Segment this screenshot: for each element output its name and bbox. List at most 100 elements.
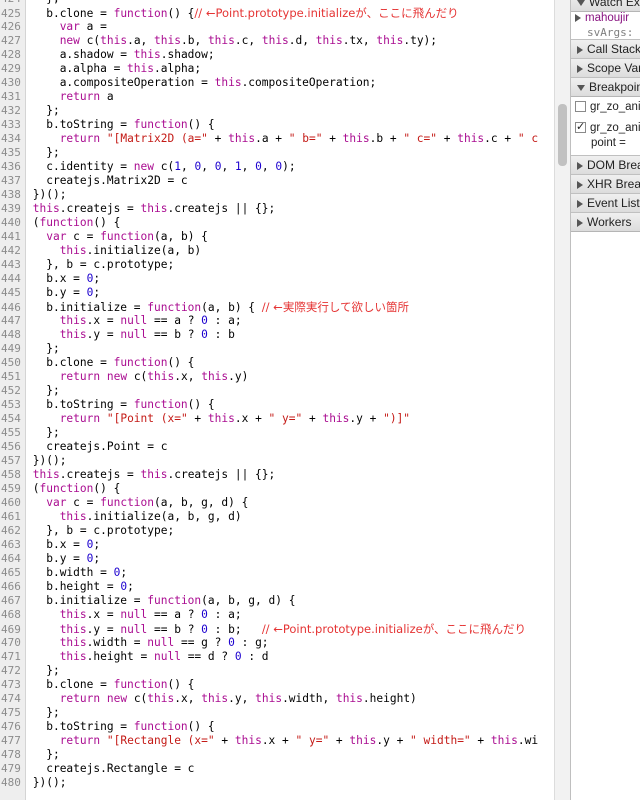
watch-item[interactable]: mahoujir [571, 12, 640, 24]
line-number[interactable]: 472 [0, 664, 26, 678]
code-token: }, b = c.prototype; [46, 524, 175, 537]
code-line: 475 }; [0, 706, 554, 720]
source-editor[interactable]: 424 };425 b.clone = function() {// ←Poin… [0, 0, 554, 800]
breakpoint-item[interactable]: gr_zo_ani [571, 120, 640, 134]
code-token: .ty); [403, 34, 438, 47]
line-number[interactable]: 433 [0, 118, 26, 132]
line-number[interactable]: 451 [0, 370, 26, 384]
call-stack-header[interactable]: Call Stack [571, 39, 640, 59]
line-number[interactable]: 428 [0, 48, 26, 62]
workers-header[interactable]: Workers [571, 212, 640, 232]
code-line: 447 this.x = null == a ? 0 : a; [0, 314, 554, 328]
line-number[interactable]: 473 [0, 678, 26, 692]
line-number[interactable]: 429 [0, 62, 26, 76]
line-number[interactable]: 434 [0, 132, 26, 146]
line-number[interactable]: 444 [0, 272, 26, 286]
line-number[interactable]: 458 [0, 468, 26, 482]
code-token: b.x = [46, 272, 87, 285]
line-number[interactable]: 446 [0, 301, 26, 315]
keyword-token: var [46, 496, 67, 509]
line-number[interactable]: 448 [0, 328, 26, 342]
keyword-token: return [59, 692, 101, 705]
line-number[interactable]: 432 [0, 104, 26, 118]
line-number[interactable]: 475 [0, 706, 26, 720]
line-number[interactable]: 449 [0, 342, 26, 356]
breakpoint-item[interactable]: gr_zo_ani [571, 101, 640, 113]
event-listener-breakpoints-header[interactable]: Event Liste [571, 193, 640, 213]
line-number[interactable]: 441 [0, 230, 26, 244]
code-line: 445 b.y = 0; [0, 286, 554, 300]
line-number[interactable]: 453 [0, 398, 26, 412]
line-number[interactable]: 476 [0, 720, 26, 734]
code-token: .compositeOperation; [241, 76, 377, 89]
line-number[interactable]: 454 [0, 412, 26, 426]
code-token: + [207, 132, 229, 145]
line-number[interactable]: 465 [0, 566, 26, 580]
keyword-token: this [147, 692, 175, 705]
scope-variables-header[interactable]: Scope Var [571, 58, 640, 78]
line-number[interactable]: 450 [0, 356, 26, 370]
line-number[interactable]: 463 [0, 538, 26, 552]
line-number[interactable]: 452 [0, 384, 26, 398]
code-token: == g ? [174, 636, 229, 649]
dom-breakpoints-header[interactable]: DOM Brea [571, 155, 640, 175]
xhr-breakpoints-header[interactable]: XHR Break [571, 174, 640, 194]
line-number[interactable]: 431 [0, 90, 26, 104]
keyword-token: this [59, 650, 87, 663]
line-number[interactable]: 438 [0, 188, 26, 202]
code-line: 427 new c(this.a, this.b, this.c, this.d… [0, 34, 554, 48]
line-number[interactable]: 443 [0, 258, 26, 272]
line-number[interactable]: 427 [0, 34, 26, 48]
line-number[interactable]: 469 [0, 623, 26, 637]
line-number[interactable]: 470 [0, 636, 26, 650]
line-number[interactable]: 464 [0, 552, 26, 566]
line-number[interactable]: 459 [0, 482, 26, 496]
code-token: b.initialize = [46, 594, 148, 607]
source-code: 424 };425 b.clone = function() {// ←Poin… [0, 0, 554, 790]
line-number[interactable]: 440 [0, 216, 26, 230]
breakpoint-checkbox-checked[interactable] [575, 120, 586, 134]
breakpoints-header[interactable]: Breakpoin [571, 77, 640, 97]
line-number[interactable]: 445 [0, 286, 26, 300]
line-number[interactable]: 447 [0, 314, 26, 328]
line-number[interactable]: 439 [0, 202, 26, 216]
line-number[interactable]: 467 [0, 594, 26, 608]
line-number[interactable]: 474 [0, 692, 26, 706]
code-line: 450 b.clone = function() { [0, 356, 554, 370]
code-token: c( [154, 160, 175, 173]
line-number[interactable]: 430 [0, 76, 26, 90]
scrollbar-thumb[interactable] [558, 104, 567, 166]
code-token: (a, b, g, d) { [201, 594, 296, 607]
line-number[interactable]: 461 [0, 510, 26, 524]
line-number[interactable]: 456 [0, 440, 26, 454]
line-number[interactable]: 437 [0, 174, 26, 188]
code-line: 464 b.y = 0; [0, 552, 554, 566]
watch-expressions-header[interactable]: Watch Exp [571, 0, 640, 12]
line-number[interactable]: 426 [0, 20, 26, 34]
keyword-token: function [39, 482, 94, 495]
keyword-token: this [376, 34, 404, 47]
line-number[interactable]: 478 [0, 748, 26, 762]
line-number[interactable]: 468 [0, 608, 26, 622]
line-number[interactable]: 425 [0, 7, 26, 21]
editor-vertical-scrollbar[interactable] [554, 0, 570, 800]
line-number[interactable]: 480 [0, 776, 26, 790]
line-number[interactable]: 457 [0, 454, 26, 468]
line-number[interactable]: 435 [0, 146, 26, 160]
number-token: 0 [201, 623, 208, 636]
line-number[interactable]: 436 [0, 160, 26, 174]
code-line: 462 }, b = c.prototype; [0, 524, 554, 538]
line-number[interactable]: 442 [0, 244, 26, 258]
code-token: .y, [228, 692, 256, 705]
line-number[interactable]: 466 [0, 580, 26, 594]
line-number[interactable]: 462 [0, 524, 26, 538]
code-token: .a + [255, 132, 289, 145]
line-number[interactable]: 460 [0, 496, 26, 510]
line-number[interactable]: 455 [0, 426, 26, 440]
line-number[interactable]: 471 [0, 650, 26, 664]
breakpoint-checkbox[interactable] [575, 101, 586, 113]
code-line: 476 b.toString = function() { [0, 720, 554, 734]
line-number[interactable]: 477 [0, 734, 26, 748]
line-number[interactable]: 479 [0, 762, 26, 776]
